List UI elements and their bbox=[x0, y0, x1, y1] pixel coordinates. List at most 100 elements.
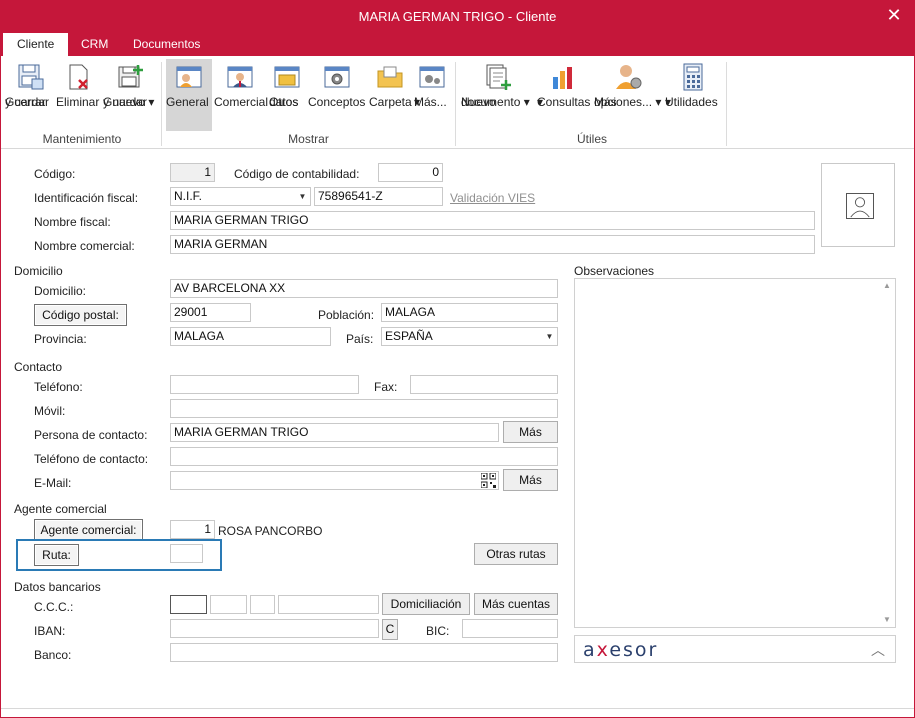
poblacion-label: Población: bbox=[318, 308, 375, 322]
fax-field[interactable] bbox=[410, 375, 558, 394]
group-separator bbox=[726, 62, 727, 146]
client-form: Código: 1 Código de contabilidad: 0 Iden… bbox=[1, 150, 914, 709]
pais-label: País: bbox=[346, 332, 374, 346]
iban-calc-button[interactable]: C bbox=[382, 619, 398, 640]
bic-field[interactable] bbox=[462, 619, 558, 638]
general-icon bbox=[176, 66, 202, 88]
mas-opciones-button[interactable]: Más opciones... ▾ bbox=[594, 59, 662, 131]
ruta-field[interactable] bbox=[170, 544, 203, 563]
close-icon[interactable]: ✕ bbox=[882, 4, 906, 28]
conceptos-icon bbox=[324, 66, 350, 88]
user-options-icon bbox=[616, 65, 642, 89]
pais-select[interactable]: ESPAÑA ▼ bbox=[381, 327, 558, 346]
tel-contacto-field[interactable] bbox=[170, 447, 558, 466]
otras-rutas-button[interactable]: Otras rutas bbox=[474, 543, 558, 565]
contacto-section: Contacto bbox=[14, 360, 63, 374]
chevron-down-icon[interactable]: ▼ bbox=[295, 188, 310, 205]
email-mas-button[interactable]: Más bbox=[503, 469, 558, 491]
ident-type-select[interactable]: N.I.F. ▼ bbox=[170, 187, 311, 206]
movil-label: Móvil: bbox=[34, 404, 66, 418]
tab-cliente[interactable]: Cliente bbox=[3, 33, 69, 56]
validacion-vies-link[interactable]: Validación VIES bbox=[450, 191, 535, 205]
scroll-down-icon[interactable]: ▼ bbox=[879, 613, 895, 627]
bancarios-section: Datos bancarios bbox=[14, 580, 101, 594]
nombre-fiscal-field[interactable]: MARIA GERMAN TRIGO bbox=[170, 211, 815, 230]
qr-code-icon[interactable] bbox=[481, 473, 496, 488]
chart-icon bbox=[553, 67, 572, 89]
bic-label: BIC: bbox=[426, 624, 450, 638]
save-close-icon bbox=[18, 64, 44, 90]
carpeta-button[interactable]: Carpeta bbox=[369, 59, 412, 131]
window-title: MARIA GERMAN TRIGO - Cliente bbox=[358, 9, 557, 24]
client-window: MARIA GERMAN TRIGO - Cliente ✕ Cliente C… bbox=[0, 0, 915, 718]
iban-label: IBAN: bbox=[34, 624, 66, 638]
telefono-label: Teléfono: bbox=[34, 380, 83, 394]
banco-label: Banco: bbox=[34, 648, 72, 662]
email-field[interactable] bbox=[170, 471, 499, 490]
codigo-field[interactable]: 1 bbox=[170, 163, 215, 182]
ccc-dc-field[interactable] bbox=[250, 595, 275, 614]
otros-datos-button[interactable]: Otros datos bbox=[269, 59, 305, 131]
observaciones-label: Observaciones bbox=[574, 264, 655, 278]
group-utiles: Útiles bbox=[576, 132, 607, 146]
nuevo-documento-button[interactable]: Nuevo documento ▾ bbox=[461, 59, 533, 131]
save-new-icon bbox=[118, 65, 143, 88]
consultas-button[interactable]: Consultas ▾ bbox=[537, 59, 591, 131]
axesor-panel[interactable]: axesor ︿ bbox=[574, 635, 896, 663]
agente-section: Agente comercial bbox=[14, 502, 107, 516]
tab-crm[interactable]: CRM bbox=[67, 33, 122, 56]
fax-label: Fax: bbox=[374, 380, 398, 394]
group-separator bbox=[161, 62, 162, 146]
domicilio-field[interactable]: AV BARCELONA XX bbox=[170, 279, 558, 298]
banco-field[interactable] bbox=[170, 643, 558, 662]
calculator-icon bbox=[683, 63, 703, 91]
observaciones-textarea[interactable]: ▲ ▼ bbox=[574, 278, 896, 628]
ccc-entidad-field[interactable] bbox=[170, 595, 207, 614]
cod-contab-field[interactable]: 0 bbox=[378, 163, 443, 182]
comercial-button[interactable]: Comercial bbox=[214, 59, 268, 131]
chevron-down-icon[interactable]: ▼ bbox=[542, 328, 557, 345]
delete-button[interactable]: Eliminar bbox=[56, 59, 100, 131]
codigo-postal-button[interactable]: Código postal: bbox=[34, 304, 127, 326]
title-bar: MARIA GERMAN TRIGO - Cliente ✕ bbox=[1, 1, 914, 31]
ruta-button[interactable]: Ruta: bbox=[34, 544, 79, 566]
ribbon: Guardar y cerrar Eliminar Guardar y nuev… bbox=[1, 56, 914, 149]
scroll-up-icon[interactable]: ▲ bbox=[879, 279, 895, 293]
agente-comercial-button[interactable]: Agente comercial: bbox=[34, 519, 143, 541]
new-document-icon bbox=[486, 64, 511, 90]
persona-mas-button[interactable]: Más bbox=[503, 421, 558, 443]
mas-button[interactable]: Más... ▾ bbox=[414, 59, 450, 131]
iban-field[interactable] bbox=[170, 619, 379, 638]
cp-field[interactable]: 29001 bbox=[170, 303, 251, 322]
nombre-comercial-field[interactable]: MARIA GERMAN bbox=[170, 235, 815, 254]
save-close-button[interactable]: Guardar y cerrar bbox=[5, 59, 55, 131]
mas-cuentas-button[interactable]: Más cuentas bbox=[474, 593, 558, 615]
observaciones-scrollbar[interactable]: ▲ ▼ bbox=[879, 279, 895, 627]
utilidades-button[interactable]: Utilidades ▾ bbox=[665, 59, 721, 131]
movil-field[interactable] bbox=[170, 399, 558, 418]
conceptos-button[interactable]: Conceptos bbox=[308, 59, 366, 131]
save-new-button[interactable]: Guardar y nuevo ▾ bbox=[103, 59, 157, 131]
persona-contacto-field[interactable]: MARIA GERMAN TRIGO bbox=[170, 423, 499, 442]
general-button[interactable]: General bbox=[166, 59, 212, 131]
telefono-field[interactable] bbox=[170, 375, 359, 394]
ident-number-field[interactable]: 75896541-Z bbox=[314, 187, 443, 206]
ccc-oficina-field[interactable] bbox=[210, 595, 247, 614]
folder-icon bbox=[377, 66, 403, 88]
poblacion-field[interactable]: MALAGA bbox=[381, 303, 558, 322]
tab-bar: Cliente CRM Documentos bbox=[1, 31, 914, 56]
domiciliacion-button[interactable]: Domiciliación bbox=[382, 593, 470, 615]
avatar-icon bbox=[846, 193, 874, 219]
provincia-field[interactable]: MALAGA bbox=[170, 327, 331, 346]
email-label: E-Mail: bbox=[34, 476, 72, 490]
agente-num-field[interactable]: 1 bbox=[170, 520, 215, 539]
more-icon bbox=[419, 66, 445, 88]
group-separator bbox=[455, 62, 456, 146]
nombre-fiscal-label: Nombre fiscal: bbox=[34, 215, 111, 229]
chevron-up-icon[interactable]: ︿ bbox=[871, 640, 885, 660]
agente-nombre: ROSA PANCORBO bbox=[218, 524, 323, 538]
ccc-cuenta-field[interactable] bbox=[278, 595, 379, 614]
tab-documentos[interactable]: Documentos bbox=[119, 33, 214, 56]
delete-icon bbox=[69, 64, 88, 90]
photo-box[interactable] bbox=[821, 163, 895, 247]
